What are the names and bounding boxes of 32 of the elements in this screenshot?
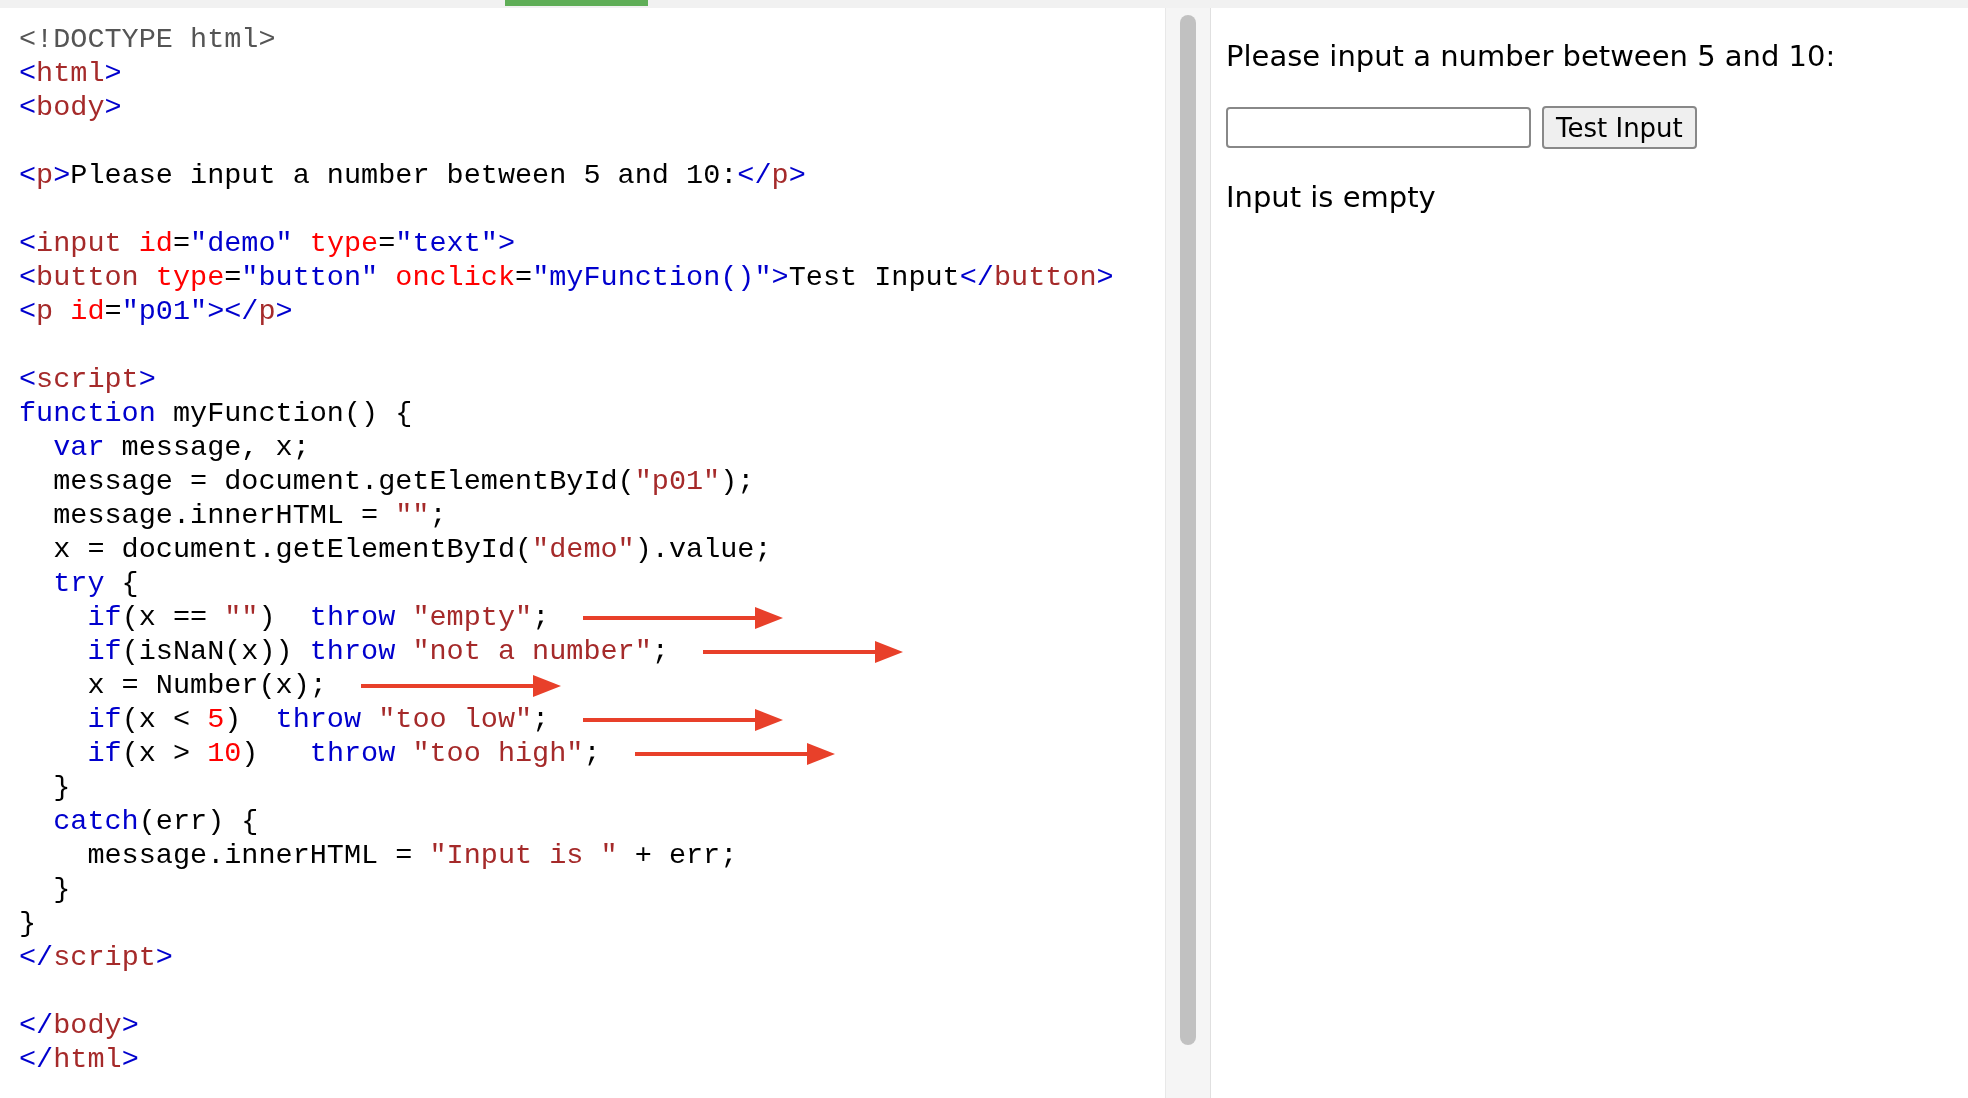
code-line: <html> <box>19 57 122 91</box>
code-line: x = Number(x); <box>86 669 327 703</box>
code-line: message.innerHTML = "Input is " + err; <box>86 839 738 873</box>
code-line: function myFunction() { <box>19 397 413 431</box>
code-line: } <box>52 873 71 907</box>
code-line: message.innerHTML = ""; <box>52 499 447 533</box>
code-line: if(isNaN(x)) throw "not a number"; <box>86 635 669 669</box>
code-line: if(x > 10) throw "too high"; <box>86 737 601 771</box>
number-input-field[interactable] <box>1226 107 1531 148</box>
code-line: <!DOCTYPE html> <box>19 23 276 57</box>
code-line: var message, x; <box>52 431 310 465</box>
code-line: x = document.getElementById("demo").value; <box>52 533 772 567</box>
code-line: if(x < 5) throw "too low"; <box>86 703 550 737</box>
prompt-text: Please input a number between 5 and 10: <box>1226 38 1837 75</box>
code-line: } <box>19 907 37 941</box>
result-text: Input is empty <box>1226 179 1437 216</box>
code-line: catch(err) { <box>52 805 259 839</box>
code-line: <p>Please input a number between 5 and 10:</p> <box>19 159 806 193</box>
test-input-button[interactable]: Test Input <box>1542 106 1697 149</box>
code-line: <button type="button" onclick="myFunction()">Test Input</button> <box>19 261 1114 295</box>
code-line: <input id="demo" type="text"> <box>19 227 516 261</box>
scrollbar-thumb[interactable] <box>1180 15 1196 1045</box>
code-line: </script> <box>19 941 173 975</box>
code-line: } <box>52 771 71 805</box>
code-line: <p id="p01"></p> <box>19 295 293 329</box>
code-line: message = document.getElementById("p01"); <box>52 465 755 499</box>
code-line: try { <box>52 567 139 601</box>
code-line: </body> <box>19 1009 139 1043</box>
code-line: if(x == "") throw "empty"; <box>86 601 550 635</box>
code-line: </html> <box>19 1043 139 1077</box>
code-line: <body> <box>19 91 122 125</box>
code-line: <script> <box>19 363 156 397</box>
